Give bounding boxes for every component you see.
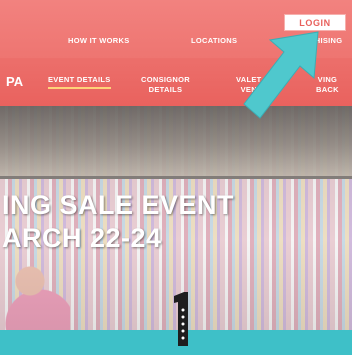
sub-nav-item-label: CONSIGNOR <box>141 75 190 84</box>
sub-nav-item-consignor-details[interactable]: CONSIGNOR DETAILS <box>141 75 190 95</box>
page: LOGIN HOW IT WORKS LOCATIONS FRANCHISING… <box>0 0 352 355</box>
brand-fragment: PA <box>6 74 24 89</box>
nav-link-how-it-works[interactable]: HOW IT WORKS <box>68 36 130 45</box>
pointer-arrow-icon <box>230 28 330 128</box>
hero-title-line-2: ARCH 22-24 <box>2 223 162 253</box>
sub-nav-item-label: DETAILS <box>148 85 183 94</box>
number-one-icon <box>174 292 188 346</box>
sub-nav-item-label: EVENT DETAILS <box>48 75 111 84</box>
sub-nav-item-event-details[interactable]: EVENT DETAILS <box>48 75 111 89</box>
step-number-marker: 1 <box>170 290 194 350</box>
hero-title-line-1: ING SALE EVENT <box>2 190 235 220</box>
